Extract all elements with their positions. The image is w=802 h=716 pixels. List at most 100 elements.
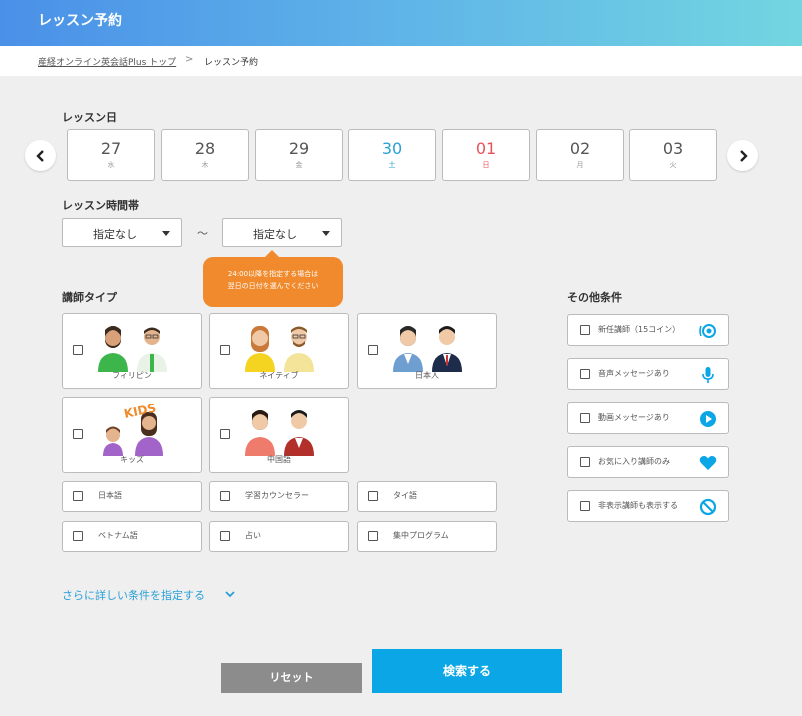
condition-label: 音声メッセージあり xyxy=(598,369,670,378)
tooltip-line: 24:00以降を指定する場合は xyxy=(227,270,319,278)
date-day: 27 xyxy=(100,139,122,158)
date-day: 30 xyxy=(381,139,403,158)
checkbox[interactable] xyxy=(220,491,230,501)
card-label: ベトナム語 xyxy=(98,531,138,540)
time-range-label: レッスン時間帯 xyxy=(62,199,139,212)
search-button[interactable]: 検索する xyxy=(372,649,562,693)
teacher-type-counselor[interactable]: 学習カウンセラー xyxy=(209,481,349,512)
filipino-teachers-illustration xyxy=(98,326,167,372)
chevron-left-icon xyxy=(35,149,44,162)
kids-teacher-illustration: KIDS xyxy=(103,404,163,456)
teacher-type-japanese[interactable]: 日本人 xyxy=(357,313,497,389)
condition-label: お気に入り講師のみ xyxy=(598,457,670,466)
card-label: 日本人 xyxy=(415,371,439,380)
card-label: 集中プログラム xyxy=(393,531,449,540)
checkbox[interactable] xyxy=(368,491,378,501)
date-weekday: 日 xyxy=(482,161,490,169)
teacher-type-japanese-language[interactable]: 日本語 xyxy=(62,481,202,512)
prohibited-icon xyxy=(699,498,717,516)
checkbox[interactable] xyxy=(73,531,83,541)
chevron-down-icon[interactable] xyxy=(225,590,235,598)
time-to-value: 指定なし xyxy=(253,228,297,241)
checkbox[interactable] xyxy=(580,369,590,379)
teacher-type-label: 講師タイプ xyxy=(62,291,117,304)
date-weekday: 水 xyxy=(107,161,115,169)
heart-icon xyxy=(699,456,717,470)
checkbox[interactable] xyxy=(580,457,590,467)
date-option[interactable]: 29 金 xyxy=(255,129,343,181)
teacher-type-kids[interactable]: KIDS キッズ xyxy=(62,397,202,473)
chinese-teachers-illustration xyxy=(245,410,314,456)
play-icon xyxy=(700,411,716,427)
teacher-type-filipino[interactable]: フィリピン xyxy=(62,313,202,389)
more-conditions-link[interactable]: さらに詳しい条件を指定する xyxy=(62,587,205,603)
card-label: 日本語 xyxy=(98,491,122,500)
date-weekday: 木 xyxy=(201,161,209,169)
checkbox[interactable] xyxy=(368,345,378,355)
caret-down-icon xyxy=(162,231,170,236)
condition-video-message[interactable]: 動画メッセージあり xyxy=(567,402,729,434)
checkbox[interactable] xyxy=(580,413,590,423)
japanese-teachers-illustration xyxy=(393,326,462,372)
teacher-type-intensive[interactable]: 集中プログラム xyxy=(357,521,497,552)
other-conditions-label: その他条件 xyxy=(567,291,622,304)
time-range-tooltip: 24:00以降を指定する場合は 翌日の日付を選んでください xyxy=(203,250,343,307)
card-label: タイ語 xyxy=(393,491,417,500)
date-weekday: 金 xyxy=(295,161,303,169)
teacher-type-vietnamese[interactable]: ベトナム語 xyxy=(62,521,202,552)
checkbox[interactable] xyxy=(73,429,83,439)
teacher-type-chinese[interactable]: 中国語 xyxy=(209,397,349,473)
card-label: ネイティブ xyxy=(259,371,299,380)
card-label: 学習カウンセラー xyxy=(245,491,309,500)
date-day: 28 xyxy=(194,139,216,158)
teacher-type-native[interactable]: ネイティブ xyxy=(209,313,349,389)
condition-label: 新任講師（15コイン） xyxy=(598,325,681,334)
reset-button[interactable]: リセット xyxy=(221,663,362,693)
checkbox[interactable] xyxy=(580,501,590,511)
native-teachers-illustration xyxy=(245,326,314,372)
teacher-type-thai[interactable]: タイ語 xyxy=(357,481,497,512)
date-option-sunday[interactable]: 01 日 xyxy=(442,129,530,181)
lesson-date-label: レッスン日 xyxy=(62,111,117,124)
card-label: フィリピン xyxy=(112,371,152,380)
checkbox[interactable] xyxy=(73,345,83,355)
condition-label: 動画メッセージあり xyxy=(598,413,670,422)
checkbox[interactable] xyxy=(73,491,83,501)
time-range-separator: ～ xyxy=(197,227,208,240)
tooltip-line: 翌日の日付を選んでください xyxy=(227,282,319,290)
breadcrumb-separator: > xyxy=(185,54,194,65)
checkbox[interactable] xyxy=(220,531,230,541)
checkbox[interactable] xyxy=(220,345,230,355)
card-label: 中国語 xyxy=(267,455,291,464)
time-to-select[interactable]: 指定なし xyxy=(222,218,342,247)
teacher-type-fortune[interactable]: 占い xyxy=(209,521,349,552)
date-option-saturday[interactable]: 30 土 xyxy=(348,129,436,181)
breadcrumb-top-link[interactable]: 産経オンライン英会話Plus トップ xyxy=(38,55,176,68)
checkbox[interactable] xyxy=(220,429,230,439)
caret-down-icon xyxy=(322,231,330,236)
date-day: 02 xyxy=(569,139,591,158)
time-from-select[interactable]: 指定なし xyxy=(62,218,182,247)
date-option[interactable]: 03 火 xyxy=(629,129,717,181)
condition-voice-message[interactable]: 音声メッセージあり xyxy=(567,358,729,390)
next-week-button[interactable] xyxy=(727,140,758,171)
checkbox[interactable] xyxy=(580,325,590,335)
date-option[interactable]: 28 木 xyxy=(161,129,249,181)
date-option[interactable]: 27 水 xyxy=(67,129,155,181)
breadcrumb: 産経オンライン英会話Plus トップ > レッスン予約 xyxy=(0,46,802,76)
condition-show-hidden[interactable]: 非表示講師も表示する xyxy=(567,490,729,522)
page-header: レッスン予約 xyxy=(0,0,802,46)
date-option[interactable]: 02 月 xyxy=(536,129,624,181)
date-weekday: 火 xyxy=(669,161,677,169)
time-from-value: 指定なし xyxy=(93,228,137,241)
condition-new-teacher[interactable]: 新任講師（15コイン） xyxy=(567,314,729,346)
prev-week-button[interactable] xyxy=(25,140,56,171)
date-day: 29 xyxy=(288,139,310,158)
chevron-right-icon xyxy=(739,149,748,162)
condition-favorites-only[interactable]: お気に入り講師のみ xyxy=(567,446,729,478)
card-label: キッズ xyxy=(120,455,144,464)
card-label: 占い xyxy=(245,531,261,540)
page-title: レッスン予約 xyxy=(38,13,122,29)
condition-label: 非表示講師も表示する xyxy=(598,501,678,510)
checkbox[interactable] xyxy=(368,531,378,541)
